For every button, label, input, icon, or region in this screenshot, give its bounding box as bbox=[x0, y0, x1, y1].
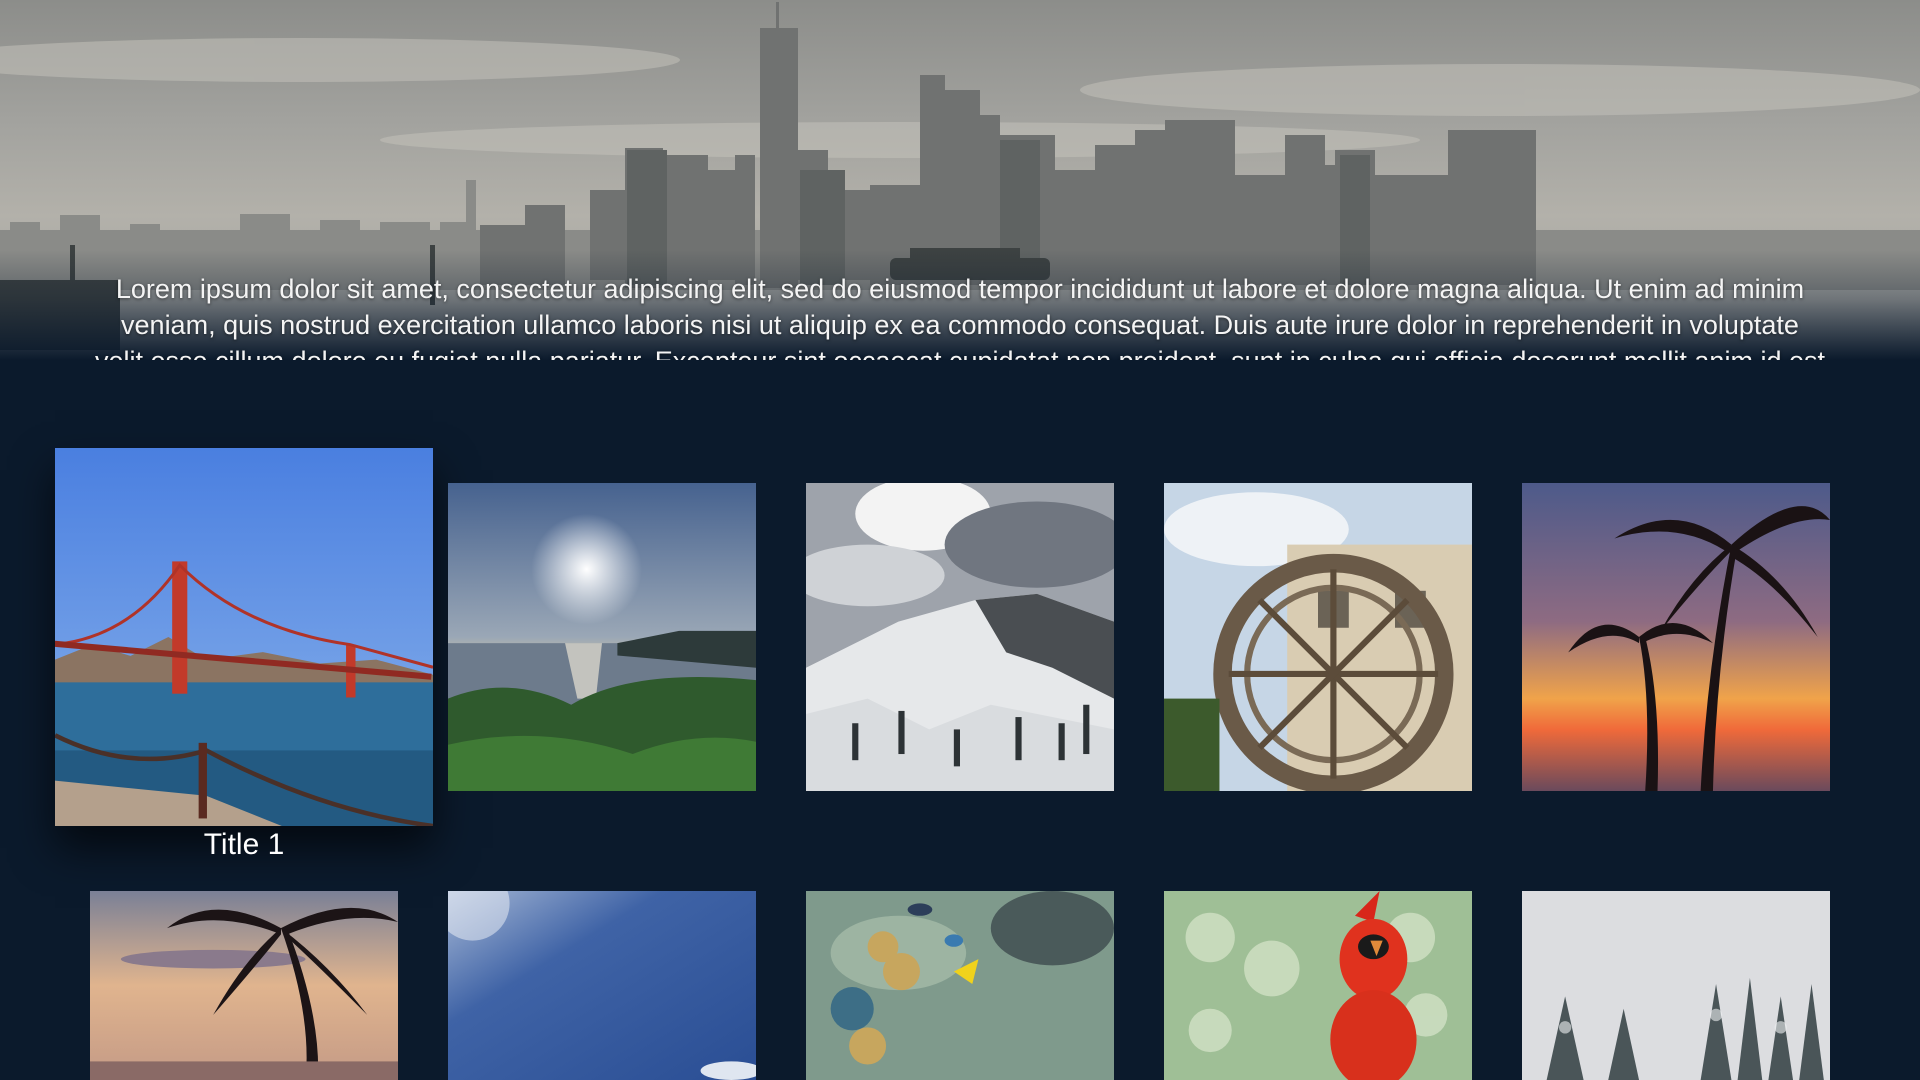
photo-tile-golden-gate[interactable] bbox=[55, 448, 433, 826]
photo-tile-9[interactable] bbox=[1164, 891, 1472, 1080]
red-cardinal-image bbox=[1164, 891, 1472, 1080]
photo-tile-10[interactable] bbox=[1522, 891, 1830, 1080]
photo-tile-8[interactable] bbox=[806, 891, 1114, 1080]
blue-sky-image bbox=[448, 891, 756, 1080]
photo-tile-7[interactable] bbox=[448, 891, 756, 1080]
photo-tile-3[interactable] bbox=[806, 483, 1114, 791]
focused-tile-title: Title 1 bbox=[203, 828, 285, 861]
palm-sunset-image bbox=[1522, 483, 1830, 791]
photo-tile-4[interactable] bbox=[1164, 483, 1472, 791]
golden-gate-bridge-image bbox=[55, 448, 433, 826]
snowy-forest-image bbox=[1522, 891, 1830, 1080]
hero-description: Lorem ipsum dolor sit amet, consectetur … bbox=[95, 274, 1825, 360]
water-wheel-image bbox=[1164, 483, 1472, 791]
photo-tile-6[interactable] bbox=[90, 891, 398, 1080]
coral-reef-image bbox=[806, 891, 1114, 1080]
palm-beach-dusk-image bbox=[90, 891, 398, 1080]
hero-banner: Lorem ipsum dolor sit amet, consectetur … bbox=[0, 0, 1920, 360]
photo-tile-5[interactable] bbox=[1522, 483, 1830, 791]
photo-tile-2[interactable] bbox=[448, 483, 756, 791]
ocean-sunset-coast-image bbox=[448, 483, 756, 791]
snowy-mountain-image bbox=[806, 483, 1114, 791]
